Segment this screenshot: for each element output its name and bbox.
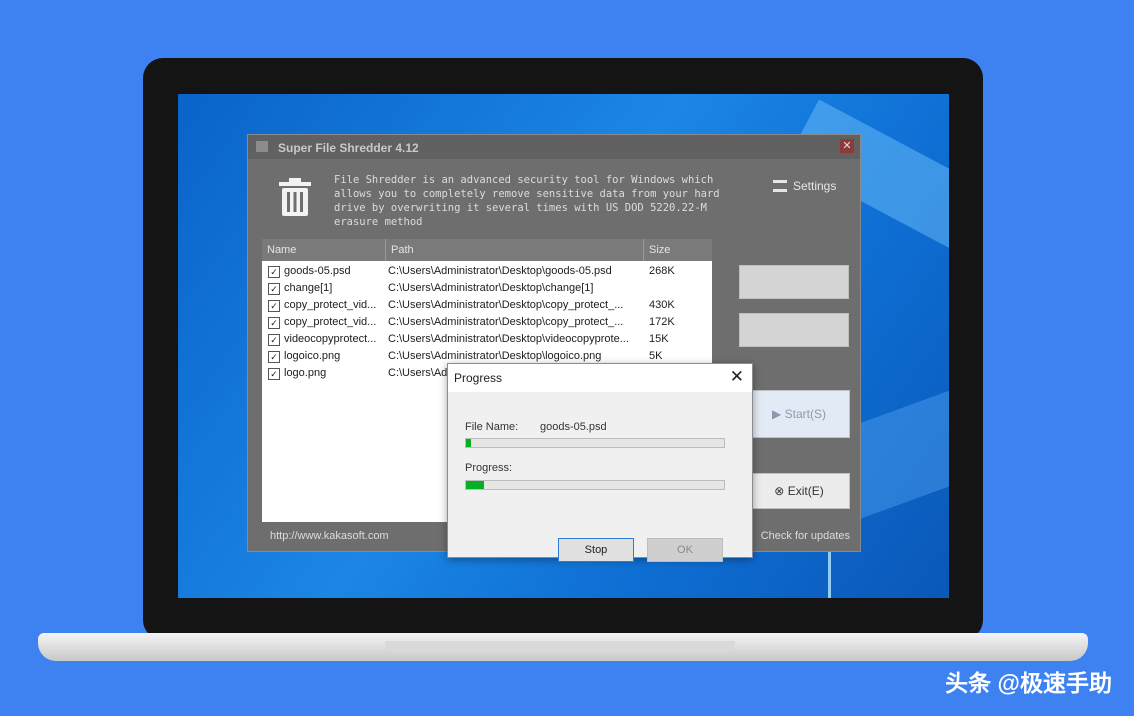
remove-file-button[interactable] bbox=[739, 313, 849, 347]
dialog-body: File Name: goods-05.psd Progress: Stop O… bbox=[448, 392, 752, 562]
close-icon[interactable]: ✕ bbox=[730, 367, 744, 387]
file-path: C:\Users\Administrator\Desktop\logoico.p… bbox=[388, 350, 602, 362]
exit-button[interactable]: ⊗ Exit(E) bbox=[748, 473, 850, 509]
file-size: 15K bbox=[649, 333, 669, 345]
app-icon bbox=[256, 141, 268, 152]
file-name-label: File Name: bbox=[465, 421, 519, 433]
file-size: 5K bbox=[649, 350, 663, 362]
file-checkbox[interactable]: ✓ bbox=[268, 300, 280, 312]
close-icon[interactable]: ✕ bbox=[840, 139, 854, 153]
overall-progress-bar bbox=[465, 480, 725, 490]
file-list-header: Name Path Size bbox=[262, 239, 712, 261]
window-titlebar[interactable]: Super File Shredder 4.12 ✕ bbox=[248, 135, 860, 159]
watermark: 头条 @极速手助 bbox=[945, 670, 1112, 696]
file-name: goods-05.psd bbox=[284, 265, 351, 277]
file-name: videocopyprotect... bbox=[284, 333, 377, 345]
file-path: C:\Users\Administrator\Desktop\change[1] bbox=[388, 282, 594, 294]
file-path: C:\Users\Administrator\Desktop\goods-05.… bbox=[388, 265, 612, 277]
overall-progress-fill bbox=[466, 481, 485, 489]
ok-button[interactable]: OK bbox=[647, 538, 723, 562]
file-checkbox[interactable]: ✓ bbox=[268, 368, 280, 380]
file-path: C:\Users\Administrator\Desktop\copy_prot… bbox=[388, 299, 624, 311]
file-row[interactable]: ✓ change[1] C:\Users\Administrator\Deskt… bbox=[262, 280, 712, 297]
column-header-size[interactable]: Size bbox=[649, 244, 670, 256]
file-progress-fill bbox=[466, 439, 472, 447]
play-icon: ▶ bbox=[772, 407, 785, 421]
file-checkbox[interactable]: ✓ bbox=[268, 283, 280, 295]
dialog-title: Progress bbox=[454, 371, 503, 385]
trash-icon bbox=[279, 178, 311, 216]
file-name: copy_protect_vid... bbox=[284, 316, 377, 328]
stop-button[interactable]: Stop bbox=[558, 538, 634, 562]
file-name: change[1] bbox=[284, 282, 333, 294]
file-name-value: goods-05.psd bbox=[540, 421, 607, 433]
file-path: C:\Users\Administrator\Desktop\videocopy… bbox=[388, 333, 629, 345]
file-checkbox[interactable]: ✓ bbox=[268, 334, 280, 346]
file-row[interactable]: ✓ copy_protect_vid... C:\Users\Administr… bbox=[262, 297, 712, 314]
window-title: Super File Shredder 4.12 bbox=[278, 141, 419, 155]
file-progress-bar bbox=[465, 438, 725, 448]
add-file-button[interactable] bbox=[739, 265, 849, 299]
column-header-name[interactable]: Name bbox=[267, 244, 296, 256]
column-header-path[interactable]: Path bbox=[391, 244, 414, 256]
file-row[interactable]: ✓ goods-05.psd C:\Users\Administrator\De… bbox=[262, 263, 712, 280]
app-description: File Shredder is an advanced security to… bbox=[334, 174, 720, 228]
column-divider[interactable] bbox=[643, 239, 644, 261]
start-button[interactable]: ▶ Start(S) bbox=[748, 390, 850, 438]
column-divider[interactable] bbox=[385, 239, 386, 261]
file-checkbox[interactable]: ✓ bbox=[268, 351, 280, 363]
settings-icon bbox=[773, 180, 787, 192]
file-row[interactable]: ✓ videocopyprotect... C:\Users\Administr… bbox=[262, 331, 712, 348]
progress-label: Progress: bbox=[465, 462, 513, 474]
file-name: logo.png bbox=[284, 367, 327, 379]
settings-button[interactable]: Settings bbox=[773, 179, 836, 193]
progress-dialog: Progress ✕ File Name: goods-05.psd Progr… bbox=[447, 363, 753, 562]
exit-icon: ⊗ bbox=[774, 484, 788, 498]
website-link[interactable]: http://www.kakasoft.com bbox=[270, 530, 389, 542]
file-size: 172K bbox=[649, 316, 675, 328]
laptop-notch bbox=[385, 641, 735, 653]
file-checkbox[interactable]: ✓ bbox=[268, 317, 280, 329]
file-size: 430K bbox=[649, 299, 675, 311]
file-row[interactable]: ✓ copy_protect_vid... C:\Users\Administr… bbox=[262, 314, 712, 331]
exit-label: Exit(E) bbox=[787, 484, 824, 498]
start-label: Start(S) bbox=[784, 407, 826, 421]
file-name: logoico.png bbox=[284, 350, 341, 362]
check-updates-link[interactable]: Check for updates bbox=[761, 530, 850, 542]
file-checkbox[interactable]: ✓ bbox=[268, 266, 280, 278]
file-size: 268K bbox=[649, 265, 675, 277]
file-path: C:\Users\Administrator\Desktop\copy_prot… bbox=[388, 316, 624, 328]
settings-label: Settings bbox=[793, 179, 837, 193]
file-name: copy_protect_vid... bbox=[284, 299, 377, 311]
